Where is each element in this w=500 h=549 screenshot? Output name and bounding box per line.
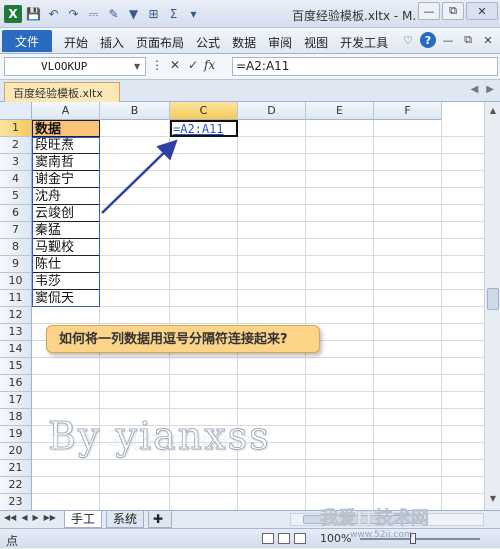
chevron-right-icon[interactable]: ▶ <box>486 84 494 95</box>
restore-icon[interactable]: ⧉ <box>442 2 464 20</box>
file-tab[interactable]: 文件 <box>2 30 52 52</box>
scroll-up-icon[interactable]: ▲ <box>486 104 500 118</box>
format-painter-icon[interactable]: ✎ <box>105 6 122 23</box>
print-preview-icon[interactable]: ⎓ <box>85 6 102 23</box>
more-icon: ⋮ <box>151 58 163 72</box>
window-controls: — ⧉ ✕ <box>418 2 498 20</box>
workbook-tab[interactable]: 百度经验模板.xltx <box>4 82 120 102</box>
filter-icon[interactable]: ▼ <box>125 6 142 23</box>
sheet-tab-manual[interactable]: 手工 <box>64 511 103 528</box>
undo-icon[interactable]: ↶ <box>45 6 62 23</box>
scroll-down-icon[interactable]: ▼ <box>486 492 500 506</box>
author-watermark-reflection: By yianxss <box>48 429 251 454</box>
name-box-dropdown-icon[interactable]: ▼ <box>134 62 140 71</box>
title-bar: X 💾 ↶ ↷ ⎓ ✎ ▼ ⊞ Σ ▾ 百度经验模板.xltx - M. — ⧉… <box>0 0 500 28</box>
formula-input[interactable]: =A2:A11 <box>232 57 498 76</box>
arrow-line <box>101 139 178 214</box>
view-buttons <box>262 533 306 544</box>
page-layout-view-icon[interactable] <box>278 533 290 544</box>
insert-sheet-icon[interactable]: ✚ <box>148 511 172 528</box>
ribbon-tabs: 文件 开始 插入 页面布局 公式 数据 审阅 视图 开发工具 ♡ ? — ⧉ ✕ <box>0 28 500 54</box>
tab-data[interactable]: 数据 <box>226 34 262 51</box>
autosum-icon[interactable]: Σ <box>165 6 182 23</box>
quick-access-toolbar: X 💾 ↶ ↷ ⎓ ✎ ▼ ⊞ Σ ▾ <box>4 5 202 23</box>
ribbon-tab-list: 开始 插入 页面布局 公式 数据 审阅 视图 开发工具 <box>58 34 394 51</box>
scroll-thumb[interactable] <box>487 288 499 310</box>
tab-view[interactable]: 视图 <box>298 34 334 51</box>
enter-icon[interactable]: ✓ <box>186 58 200 72</box>
status-mode: 点 <box>6 534 19 548</box>
redo-icon[interactable]: ↷ <box>65 6 82 23</box>
first-sheet-icon[interactable]: ◀◀ <box>4 513 16 522</box>
sheet-tab-system[interactable]: 系统 <box>106 511 145 528</box>
tab-formulas[interactable]: 公式 <box>190 34 226 51</box>
cancel-icon[interactable]: ✕ <box>168 58 182 72</box>
close-icon[interactable]: ✕ <box>466 2 498 20</box>
doc-close-icon[interactable]: ✕ <box>480 34 496 47</box>
sheet-nav-buttons: ◀◀ ◀ ▶ ▶▶ <box>4 513 56 522</box>
tab-home[interactable]: 开始 <box>58 34 94 51</box>
doc-minimize-icon[interactable]: — <box>440 34 456 47</box>
name-box[interactable]: VLOOKUP <box>4 57 146 76</box>
zoom-level[interactable]: 100% <box>320 532 351 545</box>
excel-logo-icon[interactable]: X <box>4 5 22 23</box>
status-bar: 点 100% <box>0 528 500 548</box>
doc-restore-icon[interactable]: ⧉ <box>460 33 476 47</box>
customize-qat-icon[interactable]: ▾ <box>185 6 202 23</box>
tab-insert[interactable]: 插入 <box>94 34 130 51</box>
window-title: 百度经验模板.xltx - M. <box>292 9 417 23</box>
tab-developer[interactable]: 开发工具 <box>334 34 394 51</box>
workbook-tab-bar: 百度经验模板.xltx ◀ ▶ <box>0 80 500 102</box>
minimize-icon[interactable]: — <box>418 2 440 20</box>
last-sheet-icon[interactable]: ▶▶ <box>44 513 56 522</box>
question-callout: 如何将一列数据用逗号分隔符连接起来? <box>46 325 320 353</box>
spreadsheet-grid[interactable]: A B C D E F 1 2 3 4 5 6 7 8 9 10 11 12 13 14 15 16 17 18 19 20 21 2… <box>0 102 484 510</box>
vertical-scrollbar[interactable]: ▲ ▼ <box>484 102 500 510</box>
site-watermark: 我爱IT技术网 <box>320 508 430 530</box>
normal-view-icon[interactable] <box>262 533 274 544</box>
formula-buttons: ⋮ ✕ ✓ fx <box>150 58 215 72</box>
minimize-ribbon-icon[interactable]: ♡ <box>400 34 416 47</box>
insert-function-icon[interactable]: fx <box>204 58 215 72</box>
chevron-left-icon[interactable]: ◀ <box>471 84 479 95</box>
next-sheet-icon[interactable]: ▶ <box>32 513 38 522</box>
tab-review[interactable]: 审阅 <box>262 34 298 51</box>
ribbon-right-controls: ♡ ? — ⧉ ✕ <box>400 32 496 48</box>
prev-sheet-icon[interactable]: ◀ <box>21 513 27 522</box>
tab-page-layout[interactable]: 页面布局 <box>130 34 190 51</box>
site-url: www.52ij.com <box>350 530 413 540</box>
borders-icon[interactable]: ⊞ <box>145 6 162 23</box>
save-icon[interactable]: 💾 <box>25 6 42 23</box>
workbook-scroll-arrows: ◀ ▶ <box>471 84 494 95</box>
help-icon[interactable]: ? <box>420 32 436 48</box>
page-break-view-icon[interactable] <box>294 533 306 544</box>
formula-bar: VLOOKUP ▼ ⋮ ✕ ✓ fx =A2:A11 <box>0 54 500 80</box>
